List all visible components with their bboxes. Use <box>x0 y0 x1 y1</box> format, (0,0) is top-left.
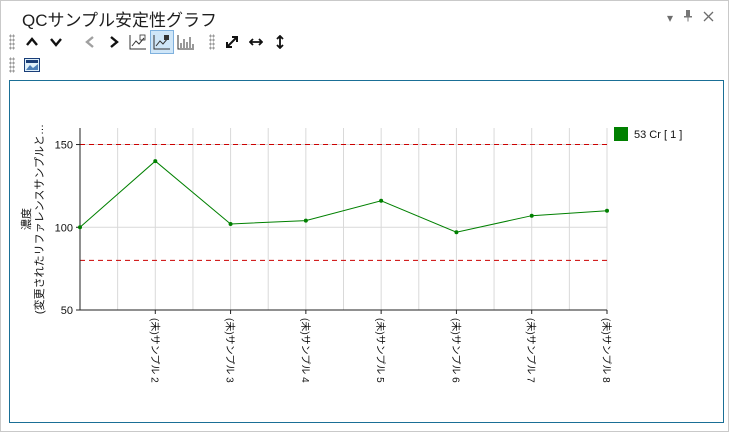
pin-icon[interactable] <box>683 10 693 25</box>
x-tick-label: (未)サンプル 4 <box>299 318 311 383</box>
x-tick-label: (未)サンプル 2 <box>148 318 160 383</box>
qc-stability-panel: QCサンプル安定性グラフ ▾ 50 100 150 (未)サンプル 2 (未)サ… <box>0 0 729 432</box>
x-tick-label: (未)サンプル 5 <box>374 318 386 383</box>
legend-swatch <box>614 127 628 141</box>
x-tick-label: (未)サンプル 7 <box>525 318 537 383</box>
chart-mode-3-icon[interactable] <box>175 31 197 53</box>
chart-area[interactable]: 50 100 150 (未)サンプル 2 (未)サンプル 3 (未)サンプル 4 (未)サ… <box>9 80 724 423</box>
chart-mode-1-icon[interactable] <box>127 31 149 53</box>
export-image-icon[interactable] <box>21 54 43 76</box>
data-point <box>228 221 233 226</box>
window-controls: ▾ <box>667 10 714 25</box>
x-tick-label: (未)サンプル 8 <box>600 318 612 383</box>
main-toolbar <box>9 30 293 54</box>
toolbar-grip-2[interactable] <box>209 34 215 50</box>
y-tick-label: 50 <box>61 305 73 317</box>
zoom-vertical-icon[interactable] <box>269 31 291 53</box>
chevron-left-icon[interactable] <box>79 31 101 53</box>
zoom-fit-icon[interactable] <box>221 31 243 53</box>
dropdown-icon[interactable]: ▾ <box>667 11 673 25</box>
y-tick-label: 100 <box>55 222 73 234</box>
qc-chart: 50100150 (未)サンプル 2 (未)サンプル 3 (未)サンプル 4 (未)サ… <box>19 124 682 383</box>
y-axis-label: 濃度(変更されたリファレンスサンプルと… <box>19 124 46 314</box>
grid-layer <box>80 128 608 311</box>
data-point <box>303 218 308 223</box>
data-point <box>605 208 609 213</box>
data-point <box>153 159 158 164</box>
data-point <box>379 198 384 203</box>
x-tick-label: (未)サンプル 6 <box>449 318 461 383</box>
data-point <box>529 213 534 218</box>
legend-label: 53 Cr [ 1 ] <box>634 129 682 141</box>
panel-title: QCサンプル安定性グラフ <box>22 11 217 30</box>
y-tick-label: 150 <box>55 140 73 152</box>
y-ticks: 50 100 150 <box>55 140 80 317</box>
data-point <box>454 230 459 235</box>
close-icon[interactable] <box>703 11 714 25</box>
secondary-toolbar <box>9 54 45 76</box>
x-tick-label: (未)サンプル 3 <box>224 318 236 383</box>
zoom-horizontal-icon[interactable] <box>245 31 267 53</box>
data-point <box>78 225 82 230</box>
toolbar-grip-3[interactable] <box>9 57 15 73</box>
x-ticks: (未)サンプル 2 (未)サンプル 3 (未)サンプル 4 (未)サンプル 5 (未)サ… <box>148 310 612 383</box>
toolbar-grip[interactable] <box>9 34 15 50</box>
chevron-down-icon[interactable] <box>45 31 67 53</box>
legend: 53 Cr [ 1 ] <box>614 127 682 141</box>
chevron-right-icon[interactable] <box>103 31 125 53</box>
chart-mode-2-icon[interactable] <box>150 30 174 54</box>
chevron-up-icon[interactable] <box>21 31 43 53</box>
